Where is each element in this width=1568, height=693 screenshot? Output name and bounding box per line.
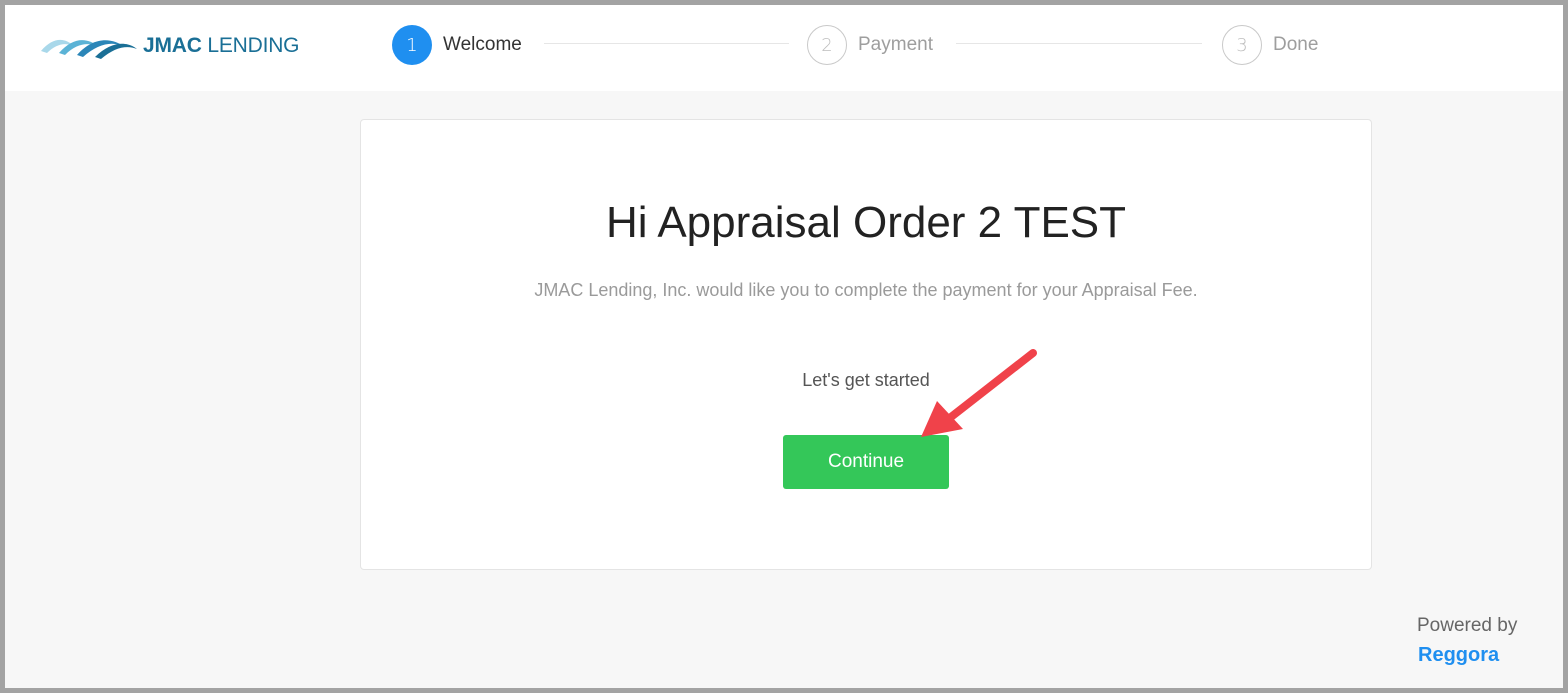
powered-by: Powered by Reggora	[1417, 615, 1517, 667]
welcome-card: Hi Appraisal Order 2 TEST JMAC Lending, …	[360, 119, 1372, 570]
step-number-1: 1	[392, 25, 432, 65]
wave-logo-icon	[41, 39, 137, 59]
powered-by-label: Powered by	[1417, 615, 1518, 636]
step-connector-2	[956, 43, 1202, 44]
brand-logo: JMAC LENDING	[39, 29, 300, 63]
step-number-2: 2	[807, 25, 847, 65]
step-connector-1	[544, 43, 789, 44]
annotation-arrow-icon	[921, 349, 1037, 437]
step-done: 3 Done	[1222, 23, 1318, 67]
reggora-link[interactable]: Reggora	[1417, 644, 1517, 667]
step-label-welcome: Welcome	[443, 34, 522, 55]
brand-name: JMAC LENDING	[143, 34, 300, 57]
app-frame: JMAC LENDING 1 Welcome 2 Payment 3 Done …	[0, 0, 1568, 693]
step-number-3: 3	[1222, 25, 1262, 65]
step-payment: 2 Payment	[807, 23, 933, 67]
header-bar: JMAC LENDING 1 Welcome 2 Payment 3 Done	[5, 5, 1563, 91]
start-prompt: Let's get started	[802, 370, 930, 390]
step-label-payment: Payment	[858, 34, 933, 55]
page-title: Hi Appraisal Order 2 TEST	[605, 198, 1127, 247]
welcome-message: JMAC Lending, Inc. would like you to com…	[534, 280, 1198, 300]
step-welcome: 1 Welcome	[392, 23, 522, 67]
step-label-done: Done	[1273, 34, 1319, 55]
